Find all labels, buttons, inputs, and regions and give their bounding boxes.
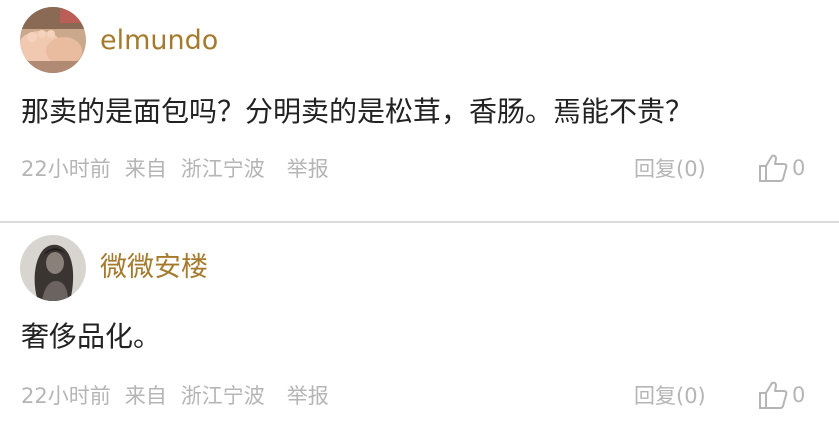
from-label: 来自 — [124, 157, 167, 181]
location: 浙江宁波 — [180, 157, 265, 181]
like-button[interactable]: 0 — [758, 152, 805, 184]
like-button[interactable]: 0 — [758, 379, 805, 411]
reply-button[interactable]: 回复(0) — [634, 381, 706, 411]
avatar[interactable] — [20, 7, 86, 73]
comment-item: 微微安楼 奢侈品化。 22小时前 来自 浙江宁波 举报 回复(0) 0 — [0, 223, 839, 446]
like-count: 0 — [792, 383, 806, 407]
girl-long-hair-avatar-image — [20, 235, 86, 301]
comment-meta: 22小时前 来自 浙江宁波 举报 — [21, 381, 343, 411]
comment-text: 那卖的是面包吗？分明卖的是松茸，香肠。焉能不贵？ — [21, 95, 694, 128]
reply-button[interactable]: 回复(0) — [634, 154, 706, 184]
timestamp: 22小时前 — [21, 384, 111, 408]
username[interactable]: 微微安楼 — [100, 251, 208, 285]
report-link[interactable]: 举报 — [287, 384, 329, 408]
timestamp: 22小时前 — [21, 157, 111, 181]
comment-item: elmundo 那卖的是面包吗？分明卖的是松茸，香肠。焉能不贵？ 22小时前 来自… — [0, 0, 839, 222]
report-link[interactable]: 举报 — [287, 157, 329, 181]
thumbs-up-icon — [759, 381, 788, 409]
username[interactable]: elmundo — [100, 24, 218, 58]
like-count: 0 — [792, 156, 806, 180]
thumbs-up-icon — [759, 154, 788, 182]
comment-meta: 22小时前 来自 浙江宁波 举报 — [21, 154, 343, 184]
from-label: 来自 — [124, 384, 167, 408]
avatar[interactable] — [20, 235, 86, 301]
comment-text: 奢侈品化。 — [21, 320, 162, 353]
baby-feet-avatar-image — [20, 7, 86, 73]
location: 浙江宁波 — [180, 384, 265, 408]
